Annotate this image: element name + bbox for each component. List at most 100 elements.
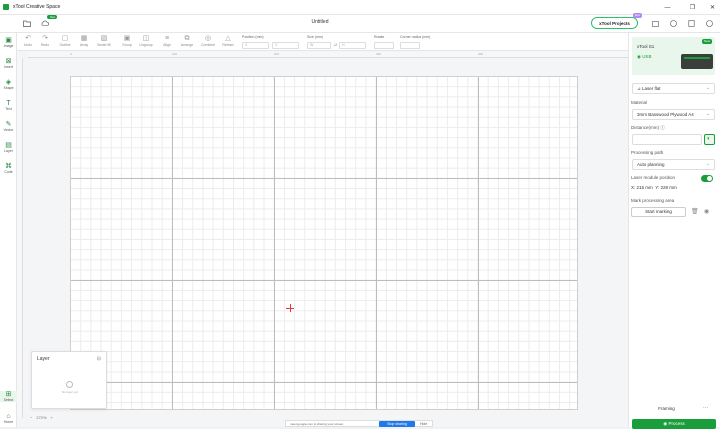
mode-select[interactable]: ⊿ Laser flat ⌄ [632,83,715,94]
sidebar-item-select[interactable]: ⊞ Select [0,391,17,402]
code-icon: ⌘ [5,163,12,170]
size-w-input[interactable]: W [307,42,331,49]
sidebar-item-label: Image [3,44,14,48]
sidebar-item-label: Insert [4,65,13,69]
empty-layer-icon [66,381,73,388]
sidebar-item-text[interactable]: T Text [0,100,17,111]
layer-icon: ▤ [5,142,12,149]
visibility-icon[interactable]: ◉ [704,208,709,215]
position-y-input[interactable]: Y [272,42,299,49]
info-icon[interactable]: ⓘ [660,125,665,130]
material-label: Material [631,100,648,105]
zoom-value[interactable]: 272% [36,415,46,420]
device-connection: ◉ USB [637,54,651,60]
xtool-projects-button[interactable]: xTool Projects [591,17,638,29]
arrange-button[interactable]: ⧉ Arrange [177,35,197,47]
material-select[interactable]: 3mm Basswood Plywood A4 ⌄ [632,109,715,120]
array-button[interactable]: ▦ Array [74,35,94,47]
group-button[interactable]: ▣ Group [117,35,137,47]
work-area-grid[interactable] [70,76,578,410]
distance-input[interactable] [632,134,702,145]
laser-module-y: Y: 228 mm [655,185,677,190]
sidebar-item-insert[interactable]: ⊠ Insert [0,58,17,69]
device-name: xTool S1 [637,44,655,49]
hide-notification-button[interactable]: Hide [420,421,427,427]
sidebar-item-code[interactable]: ⌘ Code [0,163,17,174]
device-connection-label: USB [642,54,652,59]
layer-panel-title: Layer [37,356,50,362]
refract-button[interactable]: △ Refract [218,35,238,47]
material-value: 3mm Basswood Plywood A4 [637,112,694,117]
process-button[interactable]: ◉ Process [632,419,716,429]
sidebar-item-layer[interactable]: ▤ Layer [0,142,17,153]
toolbox-icon[interactable] [650,18,660,28]
toolbar-label: Redo [40,43,50,47]
laser-module-coords: X: 215 mm Y: 228 mm [631,185,677,190]
minimize-button[interactable]: — [660,0,675,15]
smart-fill-button[interactable]: ▧ Smart fill [94,35,114,47]
size-h-input[interactable]: H [339,42,366,49]
auto-measure-button[interactable]: ◐ [704,134,715,145]
shape-icon: ◈ [5,79,12,86]
laser-position-crosshair-icon [286,304,294,312]
right-panel: xTool S1 ◉ USB New ⊿ Laser flat ⌄ Materi… [628,33,720,429]
ruler-top: 0 100 200 300 400 [28,52,628,58]
delete-icon[interactable]: 🗑 [691,208,699,215]
help-icon[interactable] [668,18,678,28]
user-avatar-icon[interactable] [704,18,714,28]
sidebar-item-label: Home [3,420,14,424]
stop-sharing-button[interactable]: Stop sharing [379,421,415,427]
sidebar-item-shape[interactable]: ◈ Shape [0,79,17,90]
vector-icon: ✎ [5,121,12,128]
screen-share-notification: meet.google.com is sharing your screen. … [285,420,433,427]
position-x-input[interactable]: X [242,42,269,49]
refract-icon: △ [225,35,231,42]
arrange-icon: ⧉ [184,35,190,42]
processing-path-select[interactable]: Auto planning ⌄ [632,159,715,170]
lock-ratio-icon[interactable]: ⊿ [333,42,337,48]
sidebar-item-home[interactable]: ⌂ Home [0,413,17,424]
save-file-icon[interactable] [686,18,696,28]
toolbar-label: Array [79,43,89,47]
framing-button[interactable]: Framing [632,404,701,415]
sidebar-item-vector[interactable]: ✎ Vector [0,121,17,132]
combine-button[interactable]: ◎ Combine [198,35,218,47]
laser-module-toggle[interactable] [701,175,713,182]
processing-path-label: Processing path [631,150,664,155]
maximize-button[interactable]: ❐ [685,0,700,15]
processing-path-value: Auto planning [637,162,665,167]
layer-panel-collapse-icon[interactable]: ⊟ [97,356,101,362]
start-marking-button[interactable]: Start marking [631,207,686,217]
sidebar-item-image[interactable]: ▣ Image [0,37,17,48]
notification-text: meet.google.com is sharing your screen. [290,421,345,426]
corner-radius-input[interactable] [400,42,420,49]
device-card[interactable]: xTool S1 ◉ USB New [632,37,715,75]
insert-icon: ⊠ [5,58,12,65]
sidebar-item-label: Code [4,170,13,174]
left-sidebar: ▣ Image ⊠ Insert ◈ Shape T Text ✎ Vector… [0,33,17,427]
rotate-input[interactable] [374,42,394,49]
auto-measure-icon: ◐ [707,136,711,142]
app-logo-icon [3,4,9,10]
zoom-in-button[interactable]: + [51,415,53,420]
chevron-down-icon: ⌄ [705,161,710,167]
redo-button[interactable]: ↷ Redo [35,35,55,47]
ungroup-button[interactable]: ◫ Ungroup [136,35,156,47]
distance-label: Distance(mm) ⓘ [631,125,665,131]
outline-button[interactable]: ▢ Outline [55,35,75,47]
text-icon: T [6,100,11,107]
edit-toolbar: ↶ Undo ↷ Redo ▢ Outline ▦ Array ▧ Smart fill … [17,33,628,51]
close-button[interactable]: ✕ [705,0,720,15]
array-icon: ▦ [80,35,88,42]
sidebar-item-label: Layer [4,149,13,153]
position-label: Position (mm) [242,35,264,39]
zoom-out-button[interactable]: − [30,415,32,420]
align-button[interactable]: ≡ Align [157,35,177,47]
align-icon: ≡ [164,35,170,42]
ruler-tick: 300 [376,52,382,56]
more-options-button[interactable]: ··· [703,405,708,411]
undo-icon: ↶ [25,35,31,42]
sidebar-item-label: Shape [3,86,14,90]
laser-module-label: Laser module position [631,175,676,180]
home-icon: ⌂ [6,413,11,420]
